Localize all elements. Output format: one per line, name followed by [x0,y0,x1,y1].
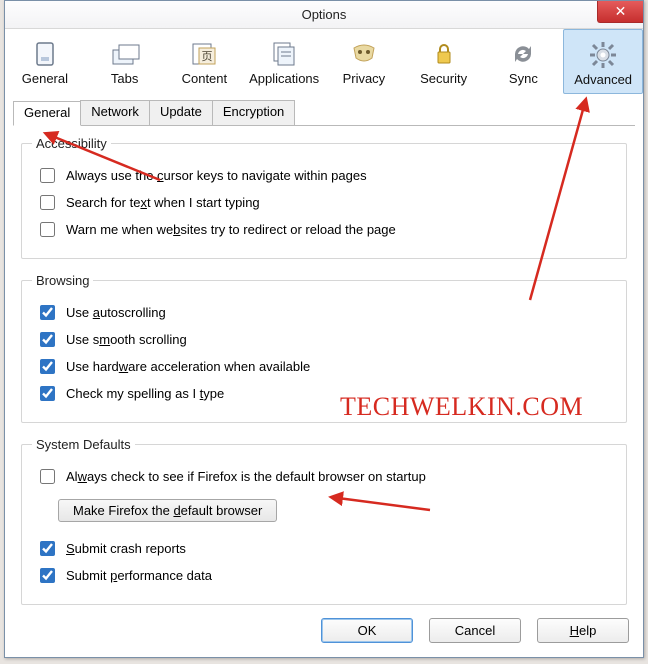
ok-button[interactable]: OK [321,618,413,643]
lock-icon [404,37,484,71]
checkbox-label: Submit crash reports [66,541,186,556]
accessibility-legend: Accessibility [32,136,111,151]
toolbar-tabs[interactable]: Tabs [85,29,165,94]
system-defaults-legend: System Defaults [32,437,135,452]
accessibility-warn-redirect-checkbox[interactable] [40,222,55,237]
advanced-general-panel: Accessibility Always use the cursor keys… [13,126,635,627]
window-title: Options [302,7,347,22]
checkbox-label: Submit performance data [66,568,212,583]
accessibility-cursor-keys[interactable]: Always use the cursor keys to navigate w… [36,165,612,186]
system-submit-crash[interactable]: Submit crash reports [36,538,612,559]
system-defaults-group: System Defaults Always check to see if F… [21,437,627,605]
accessibility-group: Accessibility Always use the cursor keys… [21,136,627,259]
toolbar-content[interactable]: 页 Content [165,29,245,94]
browsing-group: Browsing Use autoscrolling Use smooth sc… [21,273,627,423]
gear-icon [564,38,642,72]
apps-icon [244,37,324,71]
checkbox-label: Use autoscrolling [66,305,166,320]
toolbar-privacy[interactable]: Privacy [324,29,404,94]
browsing-hw-accel-checkbox[interactable] [40,359,55,374]
subtab-general[interactable]: General [13,101,81,126]
checkbox-label: Search for text when I start typing [66,195,260,210]
category-toolbar: General Tabs 页 Content Applications Priv… [5,29,643,94]
close-button[interactable]: ✕ [597,1,643,23]
system-always-check-default[interactable]: Always check to see if Firefox is the de… [36,466,612,487]
browsing-spellcheck[interactable]: Check my spelling as I type [36,383,612,404]
checkbox-label: Always use the cursor keys to navigate w… [66,168,367,183]
toolbar-sync[interactable]: Sync [484,29,564,94]
checkbox-label: Check my spelling as I type [66,386,224,401]
browsing-smooth-scrolling[interactable]: Use smooth scrolling [36,329,612,350]
browsing-smooth-scrolling-checkbox[interactable] [40,332,55,347]
system-submit-crash-checkbox[interactable] [40,541,55,556]
subtab-update[interactable]: Update [149,100,213,125]
browsing-spellcheck-checkbox[interactable] [40,386,55,401]
close-icon: ✕ [615,3,627,20]
tabs-icon [85,37,165,71]
toolbar-security[interactable]: Security [404,29,484,94]
title-bar: Options ✕ [5,1,643,29]
make-default-browser-button[interactable]: Make Firefox the default browser [58,499,277,522]
svg-text:页: 页 [202,51,213,63]
browsing-hw-accel[interactable]: Use hardware acceleration when available [36,356,612,377]
accessibility-warn-redirect[interactable]: Warn me when websites try to redirect or… [36,219,612,240]
mask-icon [324,37,404,71]
checkbox-label: Always check to see if Firefox is the de… [66,469,426,484]
cancel-button[interactable]: Cancel [429,618,521,643]
box-icon [5,37,85,71]
help-button[interactable]: Help [537,618,629,643]
dialog-buttons: OK Cancel Help [321,618,629,643]
browsing-autoscrolling-checkbox[interactable] [40,305,55,320]
system-always-check-default-checkbox[interactable] [40,469,55,484]
subtab-network[interactable]: Network [80,100,150,125]
sync-icon [484,37,564,71]
toolbar-general[interactable]: General [5,29,85,94]
browsing-autoscrolling[interactable]: Use autoscrolling [36,302,612,323]
checkbox-label: Warn me when websites try to redirect or… [66,222,396,237]
options-window: Options ✕ General Tabs 页 Content [4,0,644,658]
page-icon: 页 [165,37,245,71]
toolbar-advanced[interactable]: Advanced [563,29,643,94]
checkbox-label: Use hardware acceleration when available [66,359,310,374]
checkbox-label: Use smooth scrolling [66,332,187,347]
system-submit-perf[interactable]: Submit performance data [36,565,612,586]
accessibility-search-text[interactable]: Search for text when I start typing [36,192,612,213]
subtab-encryption[interactable]: Encryption [212,100,295,125]
advanced-subtabs: General Network Update Encryption [13,100,635,126]
accessibility-cursor-keys-checkbox[interactable] [40,168,55,183]
system-submit-perf-checkbox[interactable] [40,568,55,583]
accessibility-search-text-checkbox[interactable] [40,195,55,210]
browsing-legend: Browsing [32,273,93,288]
toolbar-applications[interactable]: Applications [244,29,324,94]
